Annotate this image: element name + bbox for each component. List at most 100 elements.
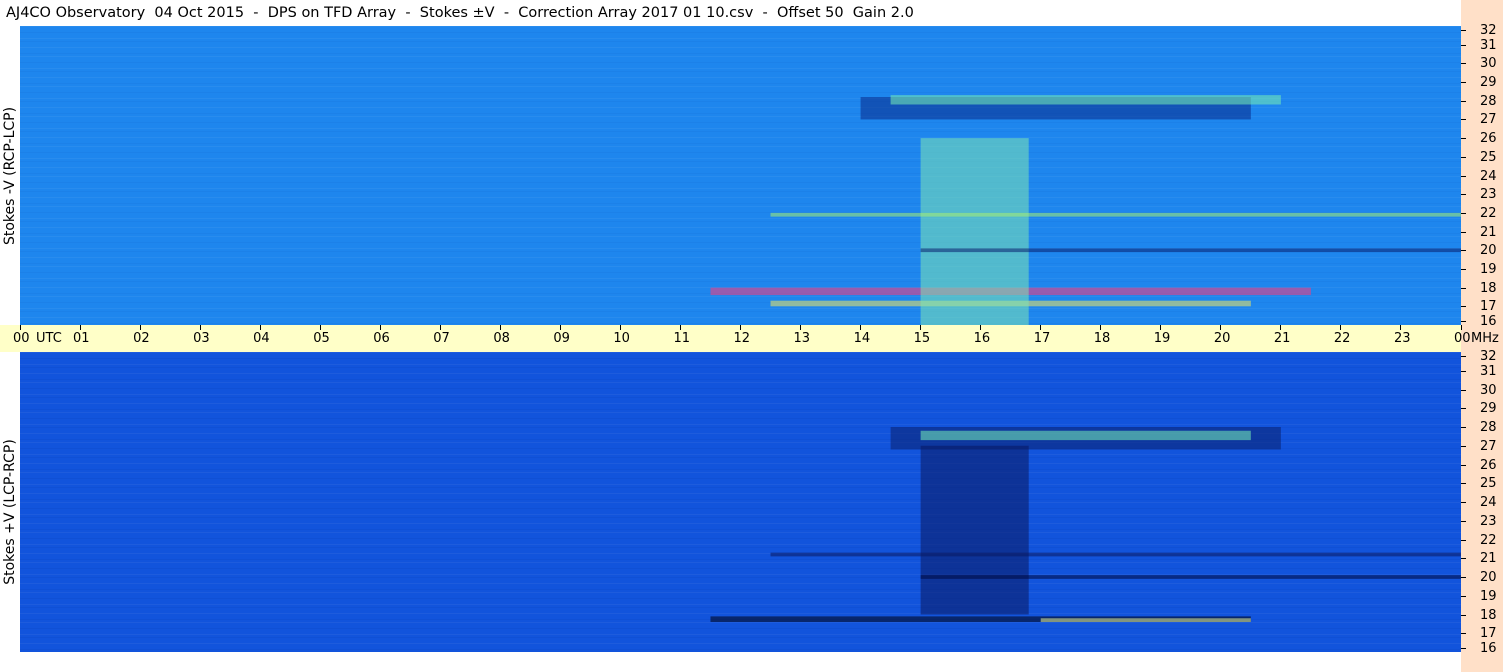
noise-band — [20, 598, 1461, 599]
freq-tick — [1461, 558, 1466, 560]
freq-tick-label: 19 — [1480, 261, 1497, 277]
freq-tick — [1461, 306, 1466, 308]
time-tick-label: 00 — [13, 331, 30, 346]
time-tick — [619, 325, 621, 330]
noise-band — [20, 128, 1461, 129]
time-tick-label: 19 — [1153, 331, 1171, 346]
noise-band — [20, 92, 1461, 93]
noise-band — [20, 409, 1461, 410]
noise-band — [20, 412, 1461, 413]
emission-feature-5 — [770, 552, 1461, 557]
noise-band — [20, 86, 1461, 87]
time-tick-label: 03 — [193, 331, 210, 346]
noise-band — [20, 26, 1461, 27]
freq-tick — [1461, 30, 1466, 31]
emission-feature-6 — [920, 248, 1461, 253]
time-tick — [499, 325, 501, 330]
noise-band — [20, 628, 1461, 629]
noise-band — [20, 634, 1461, 635]
noise-band — [20, 352, 1461, 353]
noise-band — [20, 311, 1461, 312]
noise-band — [20, 227, 1461, 228]
freq-tick — [1461, 370, 1466, 372]
time-tick — [1340, 325, 1342, 330]
noise-band — [20, 122, 1461, 123]
time-tick-label: 01 — [73, 331, 90, 346]
freq-tick — [1461, 156, 1466, 158]
freq-tick — [1461, 231, 1466, 233]
noise-band — [20, 487, 1461, 488]
time-axis: 00 01 02 03 04 05 06 07 08 09 10 11 12 13 14 15 16 17 18 19… — [0, 325, 1499, 352]
freq-tick — [1461, 539, 1466, 541]
freq-tick-label: 23 — [1480, 513, 1497, 529]
freq-tick-label: 20 — [1480, 243, 1497, 259]
noise-band — [20, 161, 1461, 162]
time-tick-label: 16 — [973, 331, 991, 346]
emission-feature-6 — [920, 575, 1461, 579]
time-tick — [379, 325, 381, 330]
noise-band — [20, 454, 1461, 455]
freq-tick-label: 31 — [1480, 363, 1497, 379]
noise-band — [20, 529, 1461, 530]
noise-band — [20, 296, 1461, 297]
freq-tick-label: 26 — [1480, 131, 1497, 147]
freq-tick-label: 20 — [1480, 570, 1497, 585]
freq-tick-label: 26 — [1480, 457, 1497, 473]
time-tick-label: 18 — [1093, 331, 1111, 346]
top-ylabel-text: Stokes -V (RCP-LCP) — [2, 106, 19, 245]
time-tick — [1280, 325, 1282, 330]
freq-tick — [1461, 175, 1466, 177]
noise-band — [20, 197, 1461, 198]
mhz-label: MHz — [1471, 331, 1499, 346]
noise-band — [20, 583, 1461, 584]
freq-tick-label: 30 — [1480, 56, 1497, 72]
noise-band — [20, 233, 1461, 234]
noise-band — [20, 502, 1461, 503]
freq-tick-label: 25 — [1480, 149, 1497, 165]
noise-band — [20, 146, 1461, 147]
noise-band — [20, 203, 1461, 204]
time-tick — [259, 325, 261, 330]
noise-band — [20, 517, 1461, 518]
emission-feature-5 — [770, 212, 1461, 217]
bottom-panel-ylabel: Stokes +V (LCP-RCP) — [0, 352, 20, 672]
noise-band — [20, 143, 1461, 144]
noise-band — [20, 77, 1461, 78]
freq-tick-label: 28 — [1480, 420, 1497, 435]
noise-band — [20, 463, 1461, 464]
noise-band — [20, 544, 1461, 545]
noise-band — [20, 188, 1461, 189]
time-tick-label: 20 — [1213, 331, 1231, 346]
noise-band — [20, 176, 1461, 177]
noise-band — [20, 382, 1461, 383]
top-spectrogram-panel — [20, 26, 1461, 325]
noise-band — [20, 167, 1461, 168]
noise-band — [20, 158, 1461, 159]
noise-band — [20, 323, 1461, 324]
noise-band — [20, 607, 1461, 608]
noise-band — [20, 182, 1461, 183]
freq-tick-label: 29 — [1480, 75, 1497, 91]
freq-tick — [1461, 389, 1466, 391]
noise-band — [20, 278, 1461, 279]
noise-band — [20, 649, 1461, 650]
time-tick — [199, 325, 201, 330]
time-tick — [920, 325, 922, 330]
time-tick-label: 15 — [913, 331, 931, 346]
freq-tick-label: 22 — [1480, 532, 1497, 548]
noise-band — [20, 236, 1461, 237]
noise-band — [20, 152, 1461, 153]
emission-feature-4 — [920, 445, 1029, 615]
freq-tick — [1461, 63, 1466, 65]
time-tick — [139, 325, 141, 330]
freq-tick-label: 19 — [1480, 588, 1497, 604]
freq-tick — [1461, 633, 1466, 635]
time-tick-label: 10 — [613, 331, 630, 346]
freq-tick — [1461, 577, 1466, 578]
time-tick — [860, 325, 862, 330]
time-tick-label: 17 — [1033, 331, 1051, 346]
noise-band — [20, 47, 1461, 48]
time-tick — [19, 325, 21, 330]
noise-band — [20, 38, 1461, 39]
freq-tick-label: 18 — [1480, 280, 1497, 296]
